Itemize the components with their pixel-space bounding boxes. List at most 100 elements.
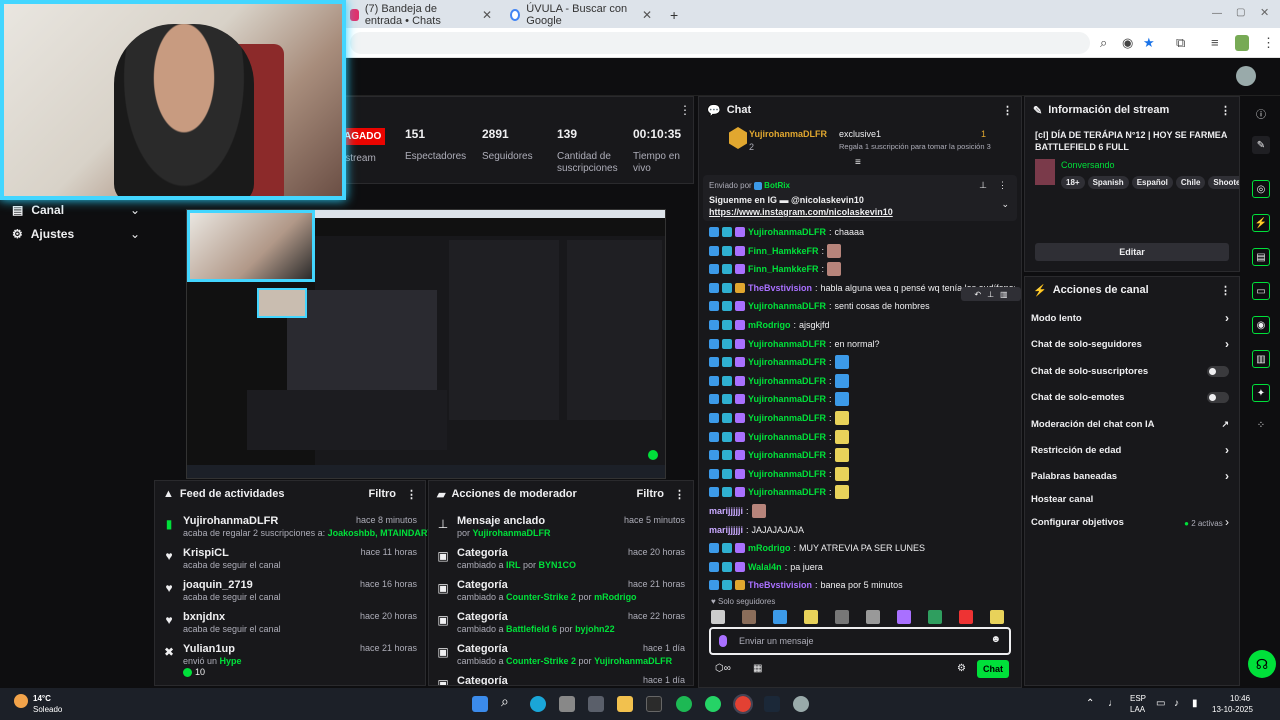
document-icon[interactable]: ▤ — [1252, 248, 1270, 266]
chevron-down-icon[interactable]: ⌄ — [130, 203, 140, 217]
emote-icon[interactable] — [711, 610, 725, 624]
pin-icon[interactable]: ⊥ — [979, 180, 987, 191]
action-slow-mode[interactable]: Modo lento › — [1031, 309, 1229, 327]
chevron-down-icon[interactable]: ⌄ — [130, 227, 140, 241]
app-icon[interactable] — [588, 696, 604, 712]
menu-icon[interactable]: ⋮ — [1262, 35, 1275, 51]
emoji-icon[interactable]: ☻ — [990, 634, 1001, 645]
emote-icon[interactable] — [959, 610, 973, 624]
mic-icon[interactable]: ♩ — [1108, 698, 1118, 709]
lightning-icon[interactable]: ⚡ — [1252, 214, 1270, 232]
chat-username[interactable]: TheBvstivision — [748, 283, 812, 293]
emote-icon[interactable] — [742, 610, 756, 624]
network-icon[interactable]: ▭ — [1156, 698, 1165, 709]
store-icon[interactable]: ▦ — [753, 663, 762, 674]
filter-button[interactable]: Filtro — [369, 488, 397, 500]
support-icon[interactable]: ☊ — [1248, 650, 1276, 678]
eye-off-icon[interactable]: ◉ — [1122, 35, 1133, 51]
pin-icon[interactable]: ⊥ — [987, 290, 994, 299]
profile-icon[interactable] — [1235, 35, 1249, 51]
nav-canal[interactable]: ▤ Canal — [12, 203, 64, 217]
emote-icon[interactable] — [990, 610, 1004, 624]
chrome-icon[interactable] — [733, 694, 753, 714]
apps-icon[interactable]: ⁘ — [1252, 416, 1270, 434]
action-age-restriction[interactable]: Restricción de edad › — [1031, 441, 1229, 459]
chat-username[interactable]: YujirohanmaDLFR — [748, 450, 826, 460]
new-tab-button[interactable]: + — [662, 4, 682, 26]
reply-icon[interactable]: ↶ — [974, 290, 981, 299]
tab-google[interactable]: ÚVULA - Buscar con Google ✕ — [502, 3, 660, 27]
emote-icon[interactable] — [804, 610, 818, 624]
action-host[interactable]: Hostear canal — [1031, 490, 1229, 508]
more-icon[interactable]: ⋮ — [679, 103, 691, 117]
chat-username[interactable]: YujirohanmaDLFR — [748, 469, 826, 479]
more-icon[interactable]: ⋮ — [406, 488, 417, 501]
chat-input[interactable]: Enviar un mensaje ☻ — [709, 627, 1011, 655]
stream-preview[interactable] — [186, 209, 666, 479]
close-icon[interactable]: ✕ — [482, 8, 492, 22]
chat-username[interactable]: YujirohanmaDLFR — [748, 339, 826, 349]
toggle-switch[interactable] — [1207, 391, 1229, 403]
chat-username[interactable]: YujirohanmaDLFR — [748, 376, 826, 386]
layout-icon[interactable]: ▥ — [1252, 350, 1270, 368]
close-window-icon[interactable]: ✕ — [1260, 6, 1269, 19]
edit-button[interactable]: Editar — [1035, 243, 1229, 261]
delete-icon[interactable]: ▥ — [1000, 290, 1008, 299]
star-icon[interactable]: ★ — [1143, 35, 1155, 51]
edge-icon[interactable] — [530, 696, 546, 712]
weather-icon[interactable] — [14, 694, 28, 708]
folder-icon[interactable] — [617, 696, 633, 712]
chat-username[interactable]: marijjjjji — [709, 525, 743, 535]
windows-start-icon[interactable] — [472, 696, 488, 712]
chat-username[interactable]: YujirohanmaDLFR — [748, 301, 826, 311]
ig-link[interactable]: https://www.instagram.com/nicolaskevin10 — [709, 207, 893, 217]
nav-ajustes[interactable]: ⚙ Ajustes — [12, 227, 74, 241]
app-icon[interactable] — [793, 696, 809, 712]
close-icon[interactable]: ✕ — [642, 8, 652, 22]
emote-icon[interactable] — [835, 610, 849, 624]
battery-icon[interactable]: ▮ — [1192, 698, 1198, 709]
avatar[interactable] — [1236, 66, 1256, 86]
mic-icon[interactable] — [719, 635, 727, 647]
more-icon[interactable]: ⋮ — [1002, 104, 1013, 117]
more-icon[interactable]: ⋮ — [998, 180, 1007, 191]
more-icon[interactable]: ⋮ — [1220, 284, 1231, 297]
action-subs-only[interactable]: Chat de solo-suscriptores — [1031, 362, 1229, 380]
zoom-icon[interactable]: ⌕ — [1100, 35, 1107, 51]
chat-username[interactable]: mRodrigo — [748, 543, 791, 553]
chat-send-button[interactable]: Chat — [977, 660, 1009, 678]
emote-icon[interactable] — [773, 610, 787, 624]
settings-icon[interactable]: ⚙ — [957, 663, 966, 674]
chat-username[interactable]: mRodrigo — [748, 320, 791, 330]
category-label[interactable]: Conversando — [1061, 160, 1115, 170]
collapse-icon[interactable]: ≡ — [855, 157, 861, 168]
chat-username[interactable]: YujirohanmaDLFR — [748, 227, 826, 237]
lang-label[interactable]: ESP — [1130, 694, 1146, 703]
steam-icon[interactable] — [764, 696, 780, 712]
chevron-down-icon[interactable]: ⌄ — [1001, 199, 1009, 210]
action-emotes-only[interactable]: Chat de solo-emotes — [1031, 388, 1229, 406]
whatsapp-icon[interactable] — [705, 696, 721, 712]
filter-button[interactable]: Filtro — [637, 488, 665, 500]
media-icon[interactable]: ≡ — [1211, 35, 1219, 50]
chat-username[interactable]: Finn_HamkkeFR — [748, 264, 819, 274]
chat-username[interactable]: YujirohanmaDLFR — [748, 413, 826, 423]
broadcast-icon[interactable]: ◉ — [1252, 316, 1270, 334]
chat-username[interactable]: TheBvstivision — [748, 580, 812, 590]
copilot-icon[interactable] — [559, 696, 575, 712]
emote-icon[interactable] — [897, 610, 911, 624]
action-ai-moderation[interactable]: Moderación del chat con IA ↗ — [1031, 415, 1229, 433]
search-icon[interactable]: ⌕ — [501, 693, 517, 709]
url-field[interactable] — [350, 32, 1090, 54]
points-icon[interactable]: ⬡∞ — [715, 663, 731, 674]
chat-username[interactable]: Walal4n — [748, 562, 782, 572]
minimize-icon[interactable]: — — [1212, 8, 1222, 19]
action-followers-only[interactable]: Chat de solo-seguidores › — [1031, 335, 1229, 353]
more-icon[interactable]: ⋮ — [674, 488, 685, 501]
info-icon[interactable]: ⓘ — [1252, 104, 1270, 122]
toggle-switch[interactable] — [1207, 365, 1229, 377]
action-banned-words[interactable]: Palabras baneadas › — [1031, 467, 1229, 485]
chat-icon[interactable]: ▭ — [1252, 282, 1270, 300]
spotify-icon[interactable] — [676, 696, 692, 712]
maximize-icon[interactable]: ▢ — [1236, 7, 1245, 18]
